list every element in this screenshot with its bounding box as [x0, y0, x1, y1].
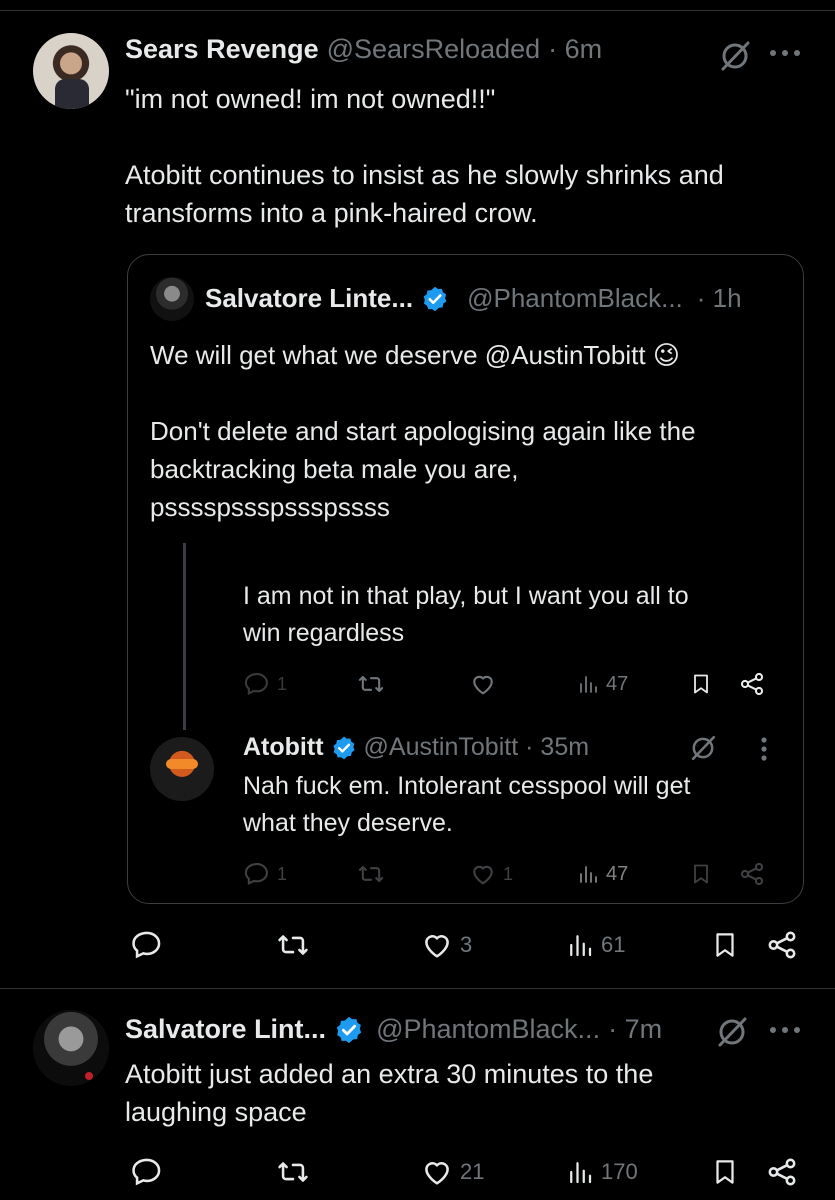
- grok-icon[interactable]: [717, 38, 753, 74]
- atobitt-actions: 1 1 47: [243, 860, 773, 890]
- bookmark-icon[interactable]: [689, 670, 713, 698]
- handle[interactable]: @PhantomBlack...: [376, 1014, 600, 1045]
- timestamp[interactable]: · 35m: [525, 733, 589, 762]
- like-count: 3: [460, 932, 473, 957]
- reply-button[interactable]: 1: [243, 860, 287, 888]
- share-icon[interactable]: [765, 928, 799, 962]
- nested-reply-text: I am not in that play, but I want you al…: [243, 578, 689, 652]
- atobitt-text: Nah fuck em. Intolerant cesspool will ge…: [243, 768, 690, 842]
- more-options-icon[interactable]: [768, 48, 802, 58]
- grok-icon[interactable]: [688, 733, 718, 763]
- like-icon[interactable]: [469, 670, 497, 698]
- bookmark-icon[interactable]: [689, 860, 713, 888]
- reply-count: 1: [277, 673, 288, 694]
- like-button[interactable]: 21: [420, 1155, 484, 1189]
- timestamp[interactable]: · 1h: [697, 283, 742, 314]
- post2-actions: 21 170: [125, 1155, 815, 1191]
- more-options-icon[interactable]: [760, 736, 768, 762]
- views-button[interactable]: 170: [565, 1155, 638, 1189]
- post2-line1: Atobitt just added an extra 30 minutes t…: [125, 1059, 654, 1089]
- quote-line1: We will get what we deserve @AustinTobit…: [150, 340, 646, 370]
- display-name[interactable]: Salvatore Lint...: [125, 1014, 326, 1045]
- post1-line3: transforms into a pink-haired crow.: [125, 198, 538, 228]
- nested-reply-line2: win regardless: [243, 619, 405, 647]
- bookmark-icon[interactable]: [710, 928, 740, 962]
- repost-icon[interactable]: [356, 860, 386, 888]
- reply-icon[interactable]: [130, 1155, 164, 1189]
- post-divider: [0, 988, 835, 989]
- quote-line2: Don't delete and start apologising again…: [150, 416, 696, 446]
- timestamp[interactable]: · 7m: [608, 1014, 662, 1045]
- atobitt-line1: Nah fuck em. Intolerant cesspool will ge…: [243, 772, 691, 800]
- post2-header: Salvatore Lint... @PhantomBlack... · 7m: [125, 1014, 662, 1045]
- like-count: 21: [460, 1159, 485, 1184]
- reply-icon[interactable]: [130, 928, 164, 962]
- post1-line2: Atobitt continues to insist as he slowly…: [125, 160, 724, 190]
- nested-reply-actions: 1 47: [243, 670, 773, 700]
- share-icon[interactable]: [738, 860, 766, 888]
- views-button[interactable]: 47: [576, 860, 628, 888]
- handle[interactable]: @AustinTobitt: [364, 733, 519, 762]
- post1-actions: 3 61: [125, 928, 815, 964]
- timestamp[interactable]: · 6m: [548, 34, 602, 65]
- reply-button[interactable]: 1: [243, 670, 287, 698]
- display-name[interactable]: Salvatore Linte...: [205, 283, 413, 314]
- post1-line1: "im not owned! im not owned!!": [125, 84, 496, 114]
- handle[interactable]: @SearsReloaded: [327, 34, 541, 65]
- grok-icon[interactable]: [714, 1014, 750, 1050]
- views-count: 47: [606, 672, 629, 695]
- verified-badge-icon: [331, 735, 357, 761]
- like-button[interactable]: 1: [469, 860, 513, 888]
- avatar-sears-revenge[interactable]: [33, 33, 109, 109]
- atobitt-header: Atobitt @AustinTobitt · 35m: [243, 733, 589, 762]
- handle[interactable]: @PhantomBlack...: [467, 283, 683, 314]
- reply-count: 1: [277, 863, 288, 884]
- views-count: 61: [601, 932, 626, 957]
- share-icon[interactable]: [765, 1155, 799, 1189]
- views-count: 170: [601, 1159, 638, 1184]
- verified-badge-icon: [421, 285, 449, 313]
- repost-icon[interactable]: [275, 928, 311, 962]
- verified-badge-icon: [334, 1015, 364, 1045]
- thread-connector-line: [183, 543, 186, 730]
- quote-line4: psssspssspssspssss: [150, 492, 390, 522]
- repost-icon[interactable]: [356, 670, 386, 698]
- top-divider: [0, 10, 835, 11]
- post2-line2: laughing space: [125, 1097, 307, 1127]
- atobitt-line2: what they deserve.: [243, 809, 453, 837]
- share-icon[interactable]: [738, 670, 766, 698]
- display-name[interactable]: Sears Revenge: [125, 34, 319, 65]
- quote-line3: backtracking beta male you are,: [150, 454, 519, 484]
- avatar-atobitt[interactable]: [150, 737, 214, 801]
- quote-text: We will get what we deserve @AustinTobit…: [150, 336, 696, 526]
- views-count: 47: [606, 862, 629, 885]
- bookmark-icon[interactable]: [710, 1155, 740, 1189]
- repost-icon[interactable]: [275, 1155, 311, 1189]
- views-button[interactable]: 61: [565, 928, 625, 962]
- more-options-icon[interactable]: [768, 1025, 802, 1035]
- display-name[interactable]: Atobitt: [243, 733, 324, 762]
- like-button[interactable]: 3: [420, 928, 472, 962]
- wink-emoji: 😉: [652, 340, 680, 370]
- avatar-salvatore[interactable]: [33, 1010, 109, 1086]
- post1-text: "im not owned! im not owned!!" Atobitt c…: [125, 80, 724, 232]
- nested-reply-line1: I am not in that play, but I want you al…: [243, 582, 689, 610]
- views-button[interactable]: 47: [576, 670, 628, 698]
- avatar-salvatore[interactable]: [150, 277, 194, 321]
- quote-header: Salvatore Linte... @PhantomBlack... · 1h: [205, 283, 742, 314]
- like-count: 1: [503, 863, 514, 884]
- post1-header: Sears Revenge @SearsReloaded · 6m: [125, 34, 602, 65]
- post2-text: Atobitt just added an extra 30 minutes t…: [125, 1055, 653, 1131]
